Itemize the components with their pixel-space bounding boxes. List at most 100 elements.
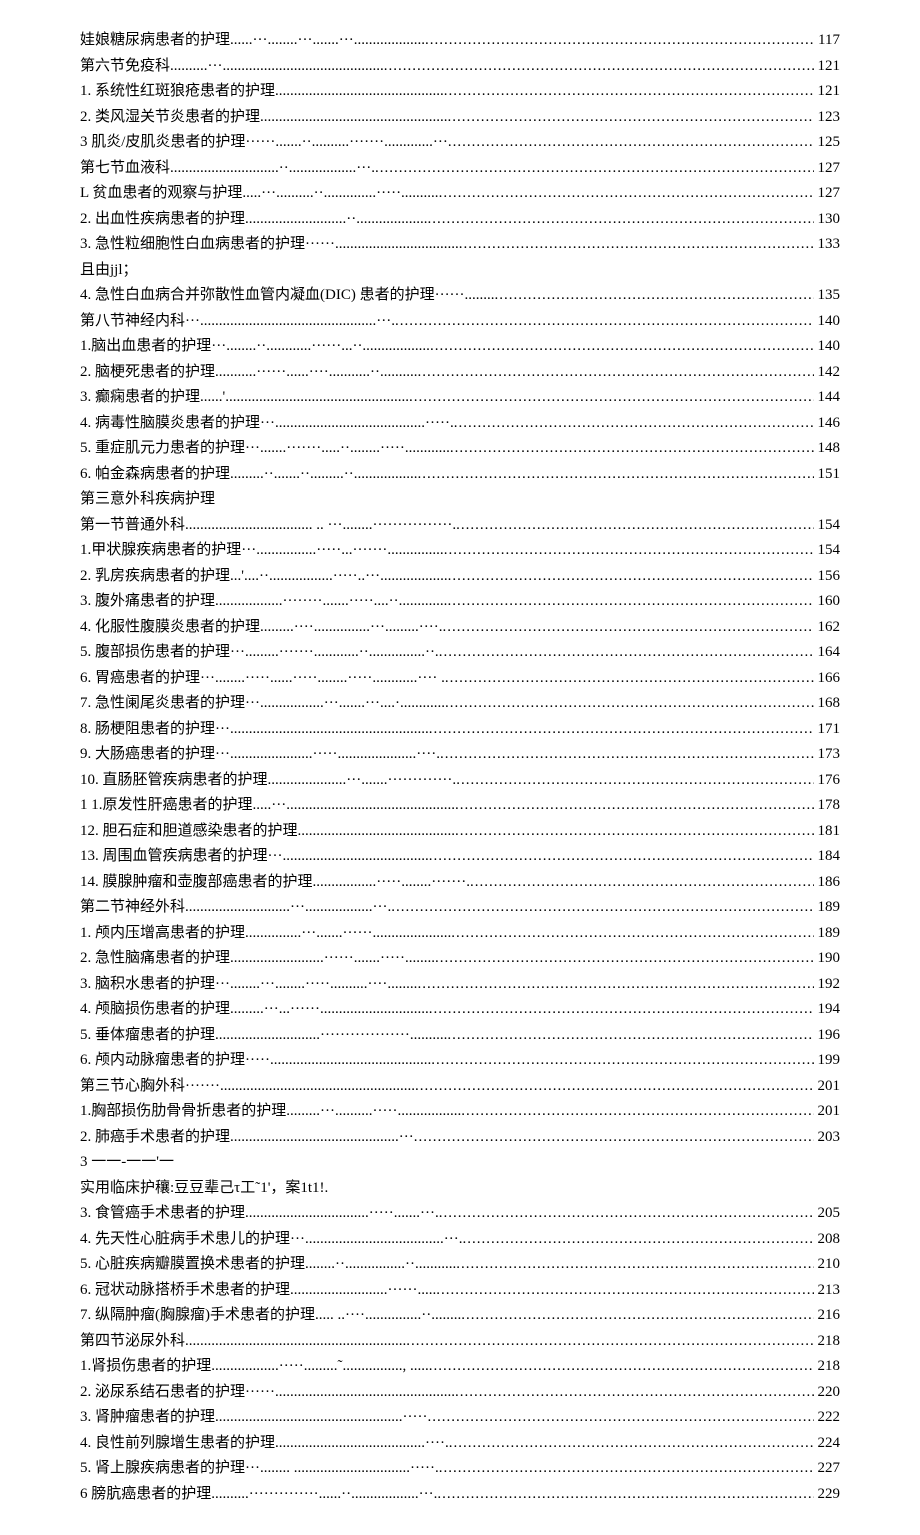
toc-title: 5. 心脏疾病瓣膜置换术患者的护理........··.............… [80, 1252, 456, 1278]
toc-leader [428, 207, 814, 233]
toc-entry: 2. 脑梗死患者的护理...........······......····..… [80, 360, 840, 386]
toc-page: 148 [814, 436, 841, 462]
toc-title: 第六节免疫科..........···.....................… [80, 54, 384, 80]
toc-leader [455, 793, 814, 819]
toc-page: 133 [814, 232, 841, 258]
toc-leader [395, 309, 814, 335]
toc-entry: 第一节普通外科.................................… [80, 513, 840, 539]
toc-page: 184 [814, 844, 841, 870]
toc-page: 154 [814, 513, 841, 539]
toc-leader [455, 819, 813, 845]
toc-leader [439, 1456, 814, 1482]
toc-title: 1.甲状腺疾病患者的护理···................·····...·… [80, 538, 444, 564]
toc-page: 117 [814, 28, 840, 54]
toc-page: 208 [814, 1227, 841, 1253]
toc-title: 1 1.原发性肝癌患者的护理.....···..................… [80, 793, 455, 819]
toc-title: 3. 脑积水患者的护理···........···........·····..… [80, 972, 417, 998]
toc-entry: 2. 泌尿系结石患者的护理······.....................… [80, 1380, 840, 1406]
toc-entry: 2. 出血性疾病患者的护理...........................… [80, 207, 840, 233]
table-of-contents: 娃娘糖尿病患者的护理......···........···.......···… [80, 28, 840, 1507]
toc-leader [384, 54, 814, 80]
toc-leader [435, 946, 814, 972]
toc-page: 151 [814, 462, 841, 488]
toc-leader [436, 1278, 813, 1304]
toc-entry: L 贫血患者的观察与护理.....···..........··........… [80, 181, 840, 207]
toc-page: 201 [814, 1074, 841, 1100]
toc-page: 125 [814, 130, 841, 156]
toc-leader [440, 742, 814, 768]
toc-leader [439, 640, 814, 666]
toc-entry: 实用临床护穰:豆豆辈己τ工˜1'，案1t1!. [80, 1176, 840, 1202]
toc-leader [448, 105, 814, 131]
toc-entry: 3 肌炎/皮肌炎患者的护理······.......··..........··… [80, 130, 840, 156]
toc-entry: 第四节泌尿外科.................................… [80, 1329, 840, 1355]
toc-page: 218 [814, 1329, 841, 1355]
toc-leader [391, 895, 813, 921]
toc-title: 3. 急性粒细胞性白血病患者的护理······.................… [80, 232, 459, 258]
toc-leader [456, 768, 813, 794]
toc-entry: 第六节免疫科..........···.....................… [80, 54, 840, 80]
toc-leader [417, 462, 813, 488]
toc-page: 156 [814, 564, 841, 590]
toc-entry: 3. 急性粒细胞性白血病患者的护理······.................… [80, 232, 840, 258]
toc-leader [462, 1227, 813, 1253]
toc-page: 189 [814, 895, 841, 921]
toc-entry: 3. 腹外痛患者的护理..................········...… [80, 589, 840, 615]
toc-title: 实用临床护穰:豆豆辈己τ工˜1'，案1t1!. [80, 1176, 328, 1202]
toc-title: 2. 泌尿系结石患者的护理······.....................… [80, 1380, 455, 1406]
toc-title: 5. 肾上腺疾病患者的护理···........ ...............… [80, 1456, 439, 1482]
toc-leader [437, 1482, 813, 1508]
toc-entry: 1. 系统性红斑狼疮患者的护理.........................… [80, 79, 840, 105]
toc-entry: 1.肾损伤患者的护理..................·····.......… [80, 1354, 840, 1380]
toc-page: 222 [814, 1405, 841, 1431]
toc-leader [417, 360, 813, 386]
toc-leader [445, 691, 814, 717]
toc-title: 第二节神经外科............................···..… [80, 895, 391, 921]
toc-title: 8. 肠梗阻患者的护理···..........................… [80, 717, 429, 743]
toc-title: 1. 系统性红斑狼疮患者的护理.........................… [80, 79, 444, 105]
toc-leader [375, 156, 814, 182]
toc-title: 4. 良性前列腺增生患者的护理.........................… [80, 1431, 449, 1457]
toc-title: 2. 急性脑痛患者的护理.........................···… [80, 946, 435, 972]
toc-entry: 1 1.原发性肝癌患者的护理.....···..................… [80, 793, 840, 819]
toc-leader [430, 334, 814, 360]
toc-title: 6. 冠状动脉搭桥手术患者的护理........................… [80, 1278, 436, 1304]
toc-page: 194 [814, 997, 841, 1023]
toc-leader [461, 1303, 813, 1329]
toc-entry: 4. 良性前列腺增生患者的护理.........................… [80, 1431, 840, 1457]
toc-page: 121 [814, 54, 841, 80]
toc-entry: 5. 垂体瘤患者的护理............................·… [80, 1023, 840, 1049]
toc-page: 127 [814, 156, 841, 182]
toc-page: 130 [814, 207, 841, 233]
toc-title: 7. 纵隔肿瘤(胸腺瘤)手术患者的护理..... ..····.........… [80, 1303, 461, 1329]
toc-leader [470, 870, 814, 896]
toc-title: 4. 化服性腹膜炎患者的护理.........····.............… [80, 615, 442, 641]
toc-entry: 4. 先天性心脏病手术患儿的护理···.....................… [80, 1227, 840, 1253]
toc-leader [414, 1125, 814, 1151]
toc-leader [454, 411, 814, 437]
toc-entry: 第七节血液科.............................··...… [80, 156, 840, 182]
toc-page: 213 [814, 1278, 841, 1304]
toc-title: 5. 重症肌元力患者的护理···.......·······.....··...… [80, 436, 450, 462]
toc-entry: 8. 肠梗阻患者的护理···..........................… [80, 717, 840, 743]
toc-entry: 1.脑出血患者的护理···........··............·····… [80, 334, 840, 360]
toc-entry: 5. 心脏疾病瓣膜置换术患者的护理........··.............… [80, 1252, 840, 1278]
toc-page: 229 [814, 1482, 841, 1508]
toc-entry: 14. 膜腺肿瘤和壶腹部癌患者的护理.................·····… [80, 870, 840, 896]
toc-page: 190 [814, 946, 841, 972]
toc-leader [456, 513, 813, 539]
toc-entry: 6 膀肮癌患者的护理..........··············......… [80, 1482, 840, 1508]
toc-entry: 4. 急性白血病合并弥散性血管内凝血(DIC) 患者的护理······.....… [80, 283, 840, 309]
toc-entry: 且由jjl； [80, 258, 840, 284]
toc-leader [439, 1201, 814, 1227]
toc-page: 154 [814, 538, 841, 564]
toc-title: 3 一一-一一'一 [80, 1150, 174, 1176]
toc-page: 140 [814, 334, 841, 360]
toc-page: 121 [814, 79, 841, 105]
toc-entry: 10. 直肠胚管疾病患者的护理.....................···.… [80, 768, 840, 794]
toc-entry: 第三意外科疾病护理 [80, 487, 840, 513]
toc-page: 203 [814, 1125, 841, 1151]
toc-leader [445, 666, 814, 692]
toc-leader [431, 1048, 813, 1074]
toc-title: 第三意外科疾病护理 [80, 487, 215, 513]
